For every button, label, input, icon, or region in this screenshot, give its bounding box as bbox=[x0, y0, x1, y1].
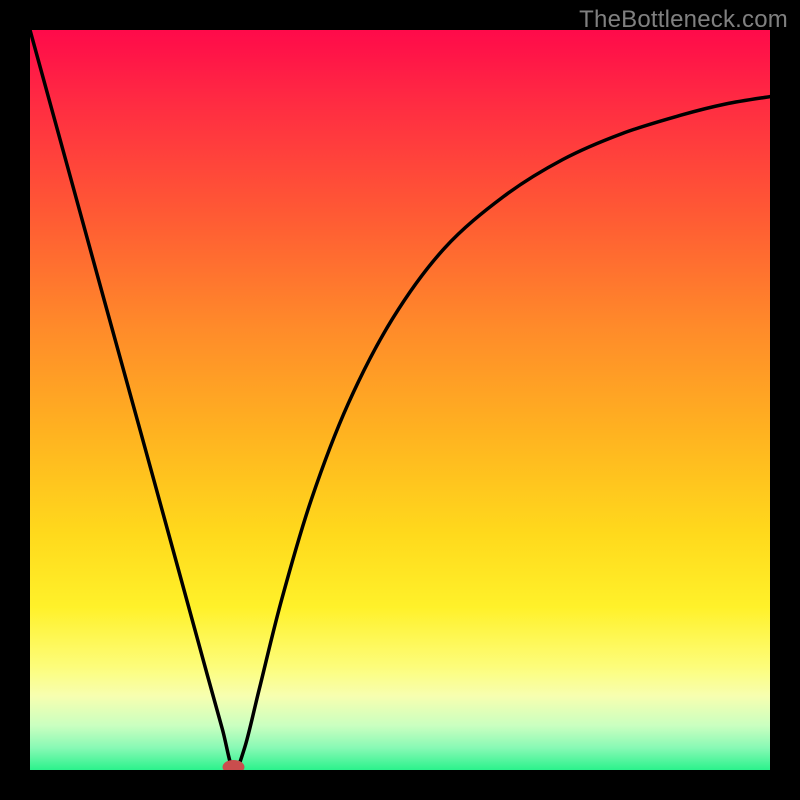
curve-layer bbox=[30, 30, 770, 770]
chart-container: TheBottleneck.com bbox=[0, 0, 800, 800]
minimum-marker bbox=[223, 760, 245, 770]
watermark-label: TheBottleneck.com bbox=[579, 6, 788, 34]
plot-area bbox=[30, 30, 770, 770]
bottleneck-curve bbox=[30, 30, 770, 770]
